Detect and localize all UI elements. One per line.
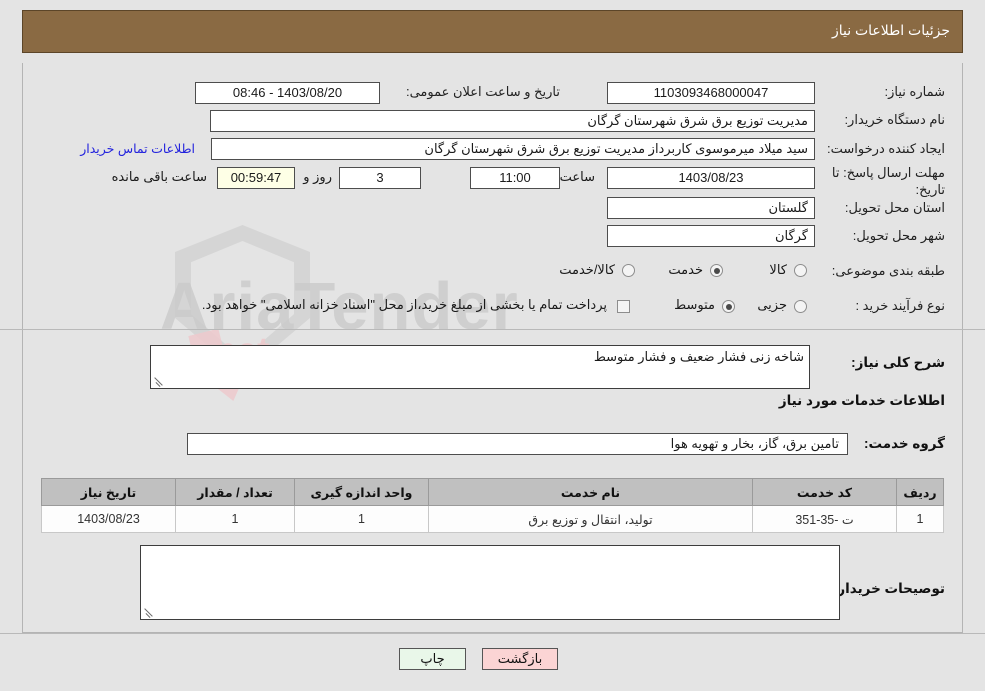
column-header-quantity: تعداد / مقدار [175,478,295,506]
column-header-unit: واحد اندازه گیری [294,478,429,506]
category-option-label-1: خدمت [668,262,703,277]
buyer-notes-textarea[interactable] [140,545,840,620]
buyer-org-value: مدیریت توزیع برق شرق شهرستان گرگان [210,110,815,132]
service-group-label: گروه خدمت: [863,436,945,451]
resize-grip-icon-notes[interactable] [144,607,154,617]
divider-2 [0,633,985,634]
table-row: 1 ت -35-351 تولید، انتقال و توزیع برق 1 … [41,505,944,533]
column-header-row: ردیف [896,478,944,506]
cell-date: 1403/08/23 [41,505,176,533]
countdown-label: ساعت باقی مانده [111,169,207,184]
resize-grip-icon[interactable] [154,376,164,386]
treasury-bonds-checkbox[interactable] [617,300,630,313]
city-value: گرگان [607,225,815,247]
column-header-name: نام خدمت [428,478,753,506]
countdown-value: 00:59:47 [217,167,295,189]
services-table: ردیف کد خدمت نام خدمت واحد اندازه گیری ت… [41,478,944,533]
cell-row: 1 [896,505,944,533]
city-label: شهر محل تحویل: [852,228,945,243]
treasury-bonds-text: پرداخت تمام یا بخشی از مبلغ خرید،از محل … [201,297,607,312]
hour-value: 11:00 [470,167,560,189]
purchase-radio-jozei[interactable] [794,300,807,313]
print-button[interactable]: چاپ [399,648,466,670]
creator-value: سید میلاد میرموسوی کاربرداز مدیریت توزیع… [211,138,815,160]
category-option-label-2: کالا/خدمت [559,262,615,277]
cell-quantity: 1 [175,505,295,533]
purchase-option-label-0: جزیی [757,297,787,312]
purchase-option-label-1: متوسط [674,297,715,312]
cell-unit: 1 [294,505,429,533]
purchase-radio-motavasset[interactable] [722,300,735,313]
deadline-date-value: 1403/08/23 [607,167,815,189]
days-label: روز و [303,169,332,184]
description-label: شرح کلی نیاز: [851,355,945,370]
buyer-org-label: نام دستگاه خریدار: [844,112,945,127]
announcement-value: 1403/08/20 - 08:46 [195,82,380,104]
description-textarea[interactable]: شاخه زنی فشار ضعیف و فشار متوسط [150,345,810,389]
page-title: جزئیات اطلاعات نیاز [831,22,950,38]
category-radio-kala-khedmat[interactable] [622,264,635,277]
back-button[interactable]: بازگشت [482,648,558,670]
hour-label: ساعت [559,169,595,184]
category-radio-kala[interactable] [794,264,807,277]
divider-1 [0,329,985,330]
buyer-contact-link[interactable]: اطلاعات تماس خریدار [80,141,195,156]
service-group-value: تامین برق، گاز، بخار و تهویه هوا [187,433,848,455]
announcement-label: تاریخ و ساعت اعلان عمومی: [405,84,560,99]
page-header: جزئیات اطلاعات نیاز [22,10,963,53]
description-value: شاخه زنی فشار ضعیف و فشار متوسط [593,349,804,364]
need-number-label: شماره نیاز: [884,84,945,99]
column-header-code: کد خدمت [752,478,897,506]
cell-name: تولید، انتقال و توزیع برق [428,505,753,533]
services-section-title: اطلاعات خدمات مورد نیاز [778,393,945,408]
province-value: گلستان [607,197,815,219]
category-label: طبقه بندی موضوعی: [831,263,945,278]
province-label: استان محل تحویل: [844,200,945,215]
column-header-date: تاریخ نیاز [41,478,176,506]
table-header-row: ردیف کد خدمت نام خدمت واحد اندازه گیری ت… [41,478,944,506]
creator-label: ایجاد کننده درخواست: [827,141,945,156]
deadline-label: مهلت ارسال پاسخ: تا تاریخ: [831,165,945,197]
buyer-notes-label: توصیحات خریدار: [832,581,945,596]
category-radio-khedmat[interactable] [710,264,723,277]
days-remaining-value: 3 [339,167,421,189]
need-number-value: 1103093468000047 [607,82,815,104]
cell-code: ت -35-351 [752,505,897,533]
category-option-label-0: کالا [769,262,787,277]
purchase-type-label: نوع فرآیند خرید : [855,298,945,313]
